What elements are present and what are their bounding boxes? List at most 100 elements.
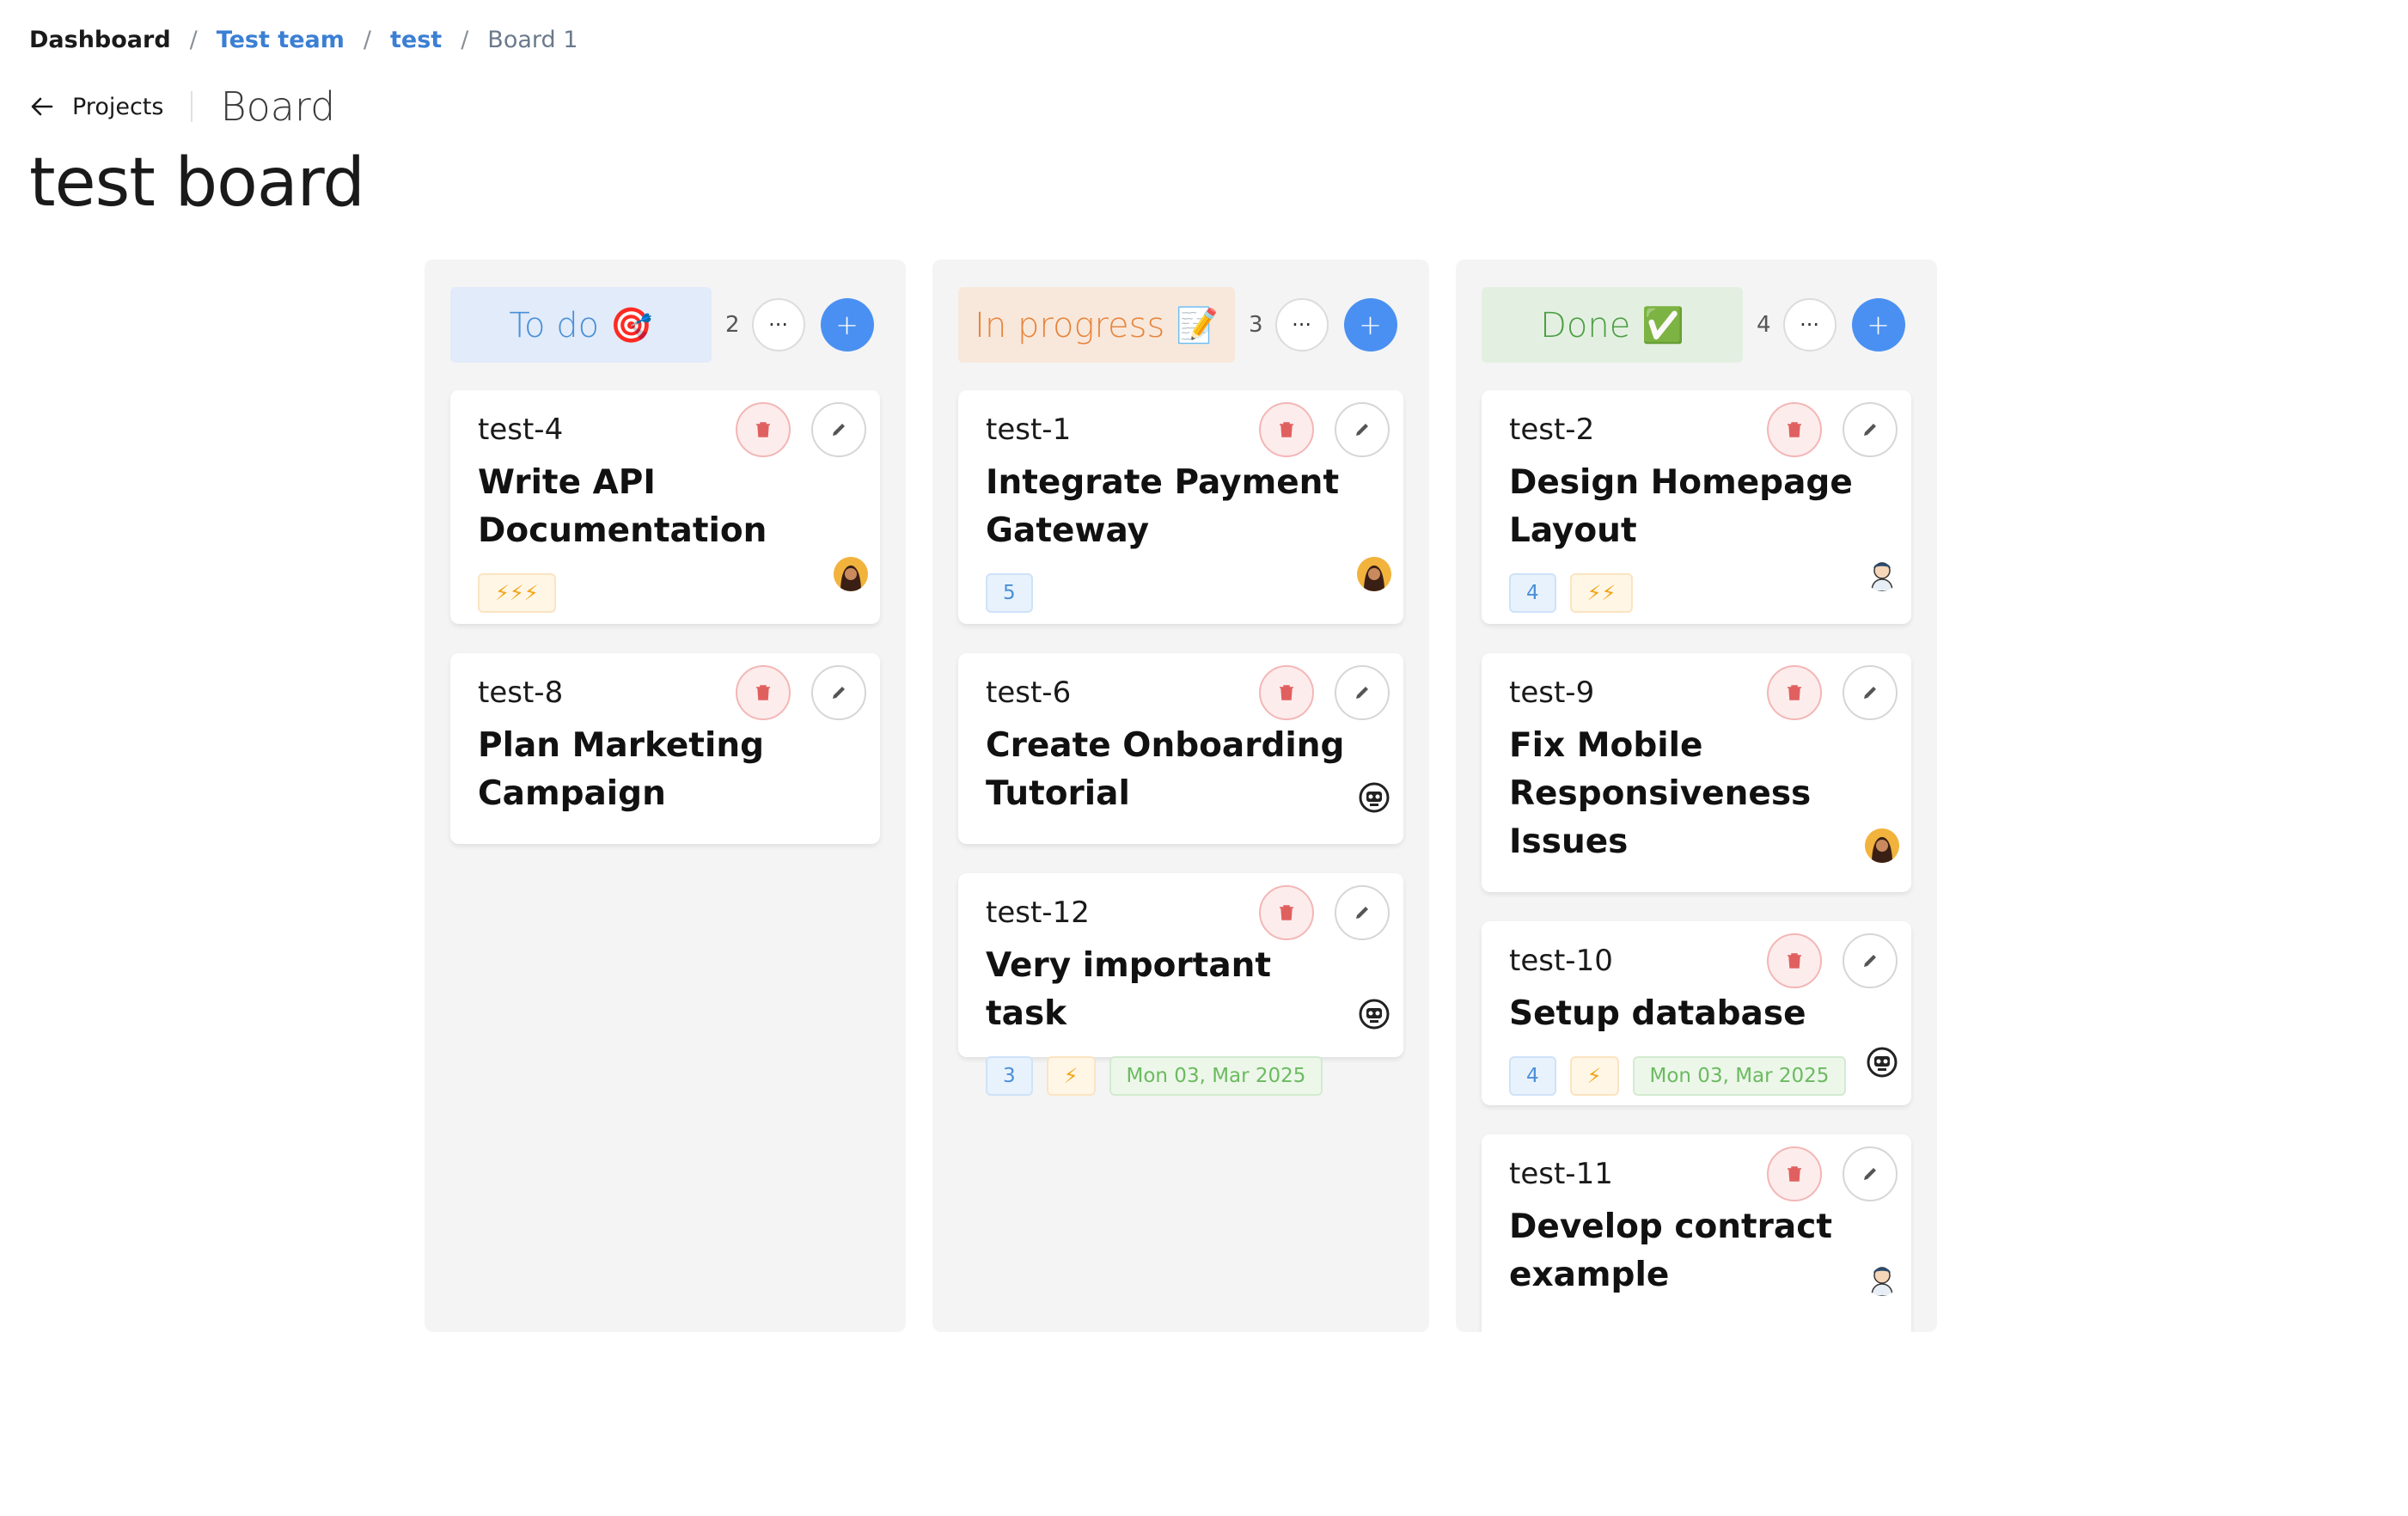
back-to-projects-button[interactable]: Projects	[29, 94, 163, 120]
breadcrumb-separator: /	[363, 26, 371, 53]
task-title: Write API Documentation	[478, 463, 767, 550]
more-icon: ···	[1800, 313, 1819, 337]
estimate-tag: 3	[986, 1056, 1033, 1096]
column-title-done: Done ✅	[1482, 287, 1743, 363]
task-card[interactable]: test-11 Develop contract example	[1482, 1134, 1911, 1332]
trash-icon	[1788, 685, 1801, 700]
edit-task-button[interactable]	[1843, 933, 1898, 988]
pencil-icon	[1864, 1168, 1876, 1180]
task-card[interactable]: test-6 Create Onboarding Tutorial	[958, 653, 1403, 844]
estimate-tag: 4	[1509, 573, 1556, 613]
task-id: test-10	[1509, 944, 1613, 978]
section-title: Board	[220, 83, 336, 130]
delete-task-button[interactable]	[1767, 1146, 1822, 1201]
delete-task-button[interactable]	[1259, 885, 1314, 940]
priority-tag: ⚡	[1569, 1056, 1619, 1096]
task-card[interactable]: test-4 Write API Documentation ⚡⚡⚡	[450, 390, 880, 624]
pencil-icon	[833, 687, 845, 699]
task-id: test-2	[1509, 413, 1595, 447]
edit-task-button[interactable]	[1335, 665, 1390, 720]
delete-task-button[interactable]	[1259, 402, 1314, 457]
task-card[interactable]: test-2 Design Homepage Layout 4 ⚡⚡	[1482, 390, 1911, 624]
delete-task-button[interactable]	[736, 665, 791, 720]
breadcrumb-test[interactable]: test	[390, 27, 442, 53]
column-header: To do 🎯 2 ··· +	[450, 287, 880, 363]
task-card[interactable]: test-8 Plan Marketing Campaign	[450, 653, 880, 844]
trash-icon	[1280, 685, 1293, 700]
estimate-tag: 5	[986, 573, 1033, 613]
delete-task-button[interactable]	[1767, 402, 1822, 457]
plus-icon: +	[835, 309, 859, 341]
task-id: test-11	[1509, 1157, 1613, 1191]
woman-avatar	[834, 557, 868, 591]
breadcrumb-separator: /	[461, 26, 469, 53]
man-avatar	[1865, 557, 1899, 591]
breadcrumb-dashboard[interactable]: Dashboard	[29, 27, 171, 53]
column-in-progress: In progress 📝 3 ··· + test-1 Integrate P…	[932, 260, 1429, 1332]
task-card[interactable]: test-10 Setup database 4 ⚡ Mon 03, Mar 2…	[1482, 921, 1911, 1105]
column-more-button[interactable]: ···	[1782, 298, 1837, 351]
pencil-icon	[1356, 424, 1368, 436]
robot-avatar	[1865, 1045, 1899, 1079]
column-header: In progress 📝 3 ··· +	[958, 287, 1403, 363]
pencil-icon	[1864, 687, 1876, 699]
task-id: test-8	[478, 675, 564, 710]
man-avatar	[1865, 1262, 1899, 1296]
back-label: Projects	[72, 93, 164, 120]
edit-task-button[interactable]	[811, 402, 866, 457]
woman-avatar	[1357, 557, 1391, 591]
page-header: Projects Board	[29, 83, 335, 131]
column-count: 4	[1757, 312, 1771, 338]
add-card-button[interactable]: +	[1851, 298, 1905, 351]
delete-task-button[interactable]	[1767, 933, 1822, 988]
priority-tag: ⚡⚡⚡	[478, 573, 556, 613]
delete-task-button[interactable]	[1767, 665, 1822, 720]
add-card-button[interactable]: +	[820, 298, 874, 351]
task-title: Create Onboarding Tutorial	[986, 726, 1345, 813]
plus-icon: +	[1867, 309, 1890, 341]
column-count: 3	[1249, 312, 1263, 338]
task-id: test-4	[478, 413, 564, 447]
trash-icon	[1788, 422, 1801, 437]
plus-icon: +	[1359, 309, 1382, 341]
pencil-icon	[833, 424, 845, 436]
column-more-button[interactable]: ···	[751, 298, 805, 351]
more-icon: ···	[1292, 313, 1311, 337]
due-date-tag: Mon 03, Mar 2025	[1632, 1056, 1847, 1096]
edit-task-button[interactable]	[811, 665, 866, 720]
task-id: test-1	[986, 413, 1072, 447]
column-done: Done ✅ 4 ··· + test-2 Design Homepage La…	[1456, 260, 1937, 1332]
edit-task-button[interactable]	[1335, 885, 1390, 940]
task-title: Fix Mobile Responsiveness Issues	[1509, 726, 1812, 861]
pencil-icon	[1356, 907, 1368, 919]
task-id: test-12	[986, 896, 1090, 930]
edit-task-button[interactable]	[1843, 1146, 1898, 1201]
task-title: Plan Marketing Campaign	[478, 726, 765, 813]
task-card[interactable]: test-1 Integrate Payment Gateway 5	[958, 390, 1403, 624]
breadcrumb-test-team[interactable]: Test team	[217, 27, 345, 53]
add-card-button[interactable]: +	[1343, 298, 1397, 351]
woman-avatar	[1865, 828, 1899, 863]
edit-task-button[interactable]	[1843, 402, 1898, 457]
trash-icon	[756, 685, 770, 700]
task-title: Design Homepage Layout	[1509, 463, 1853, 550]
delete-task-button[interactable]	[1259, 665, 1314, 720]
trash-icon	[1788, 953, 1801, 969]
column-title-in-progress: In progress 📝	[958, 287, 1235, 363]
task-card[interactable]: test-9 Fix Mobile Responsiveness Issues	[1482, 653, 1911, 892]
header-divider	[191, 91, 193, 122]
task-card[interactable]: test-12 Very important task 3 ⚡ Mon 03, …	[958, 873, 1403, 1096]
column-more-button[interactable]: ···	[1274, 298, 1329, 351]
trash-icon	[1788, 1166, 1801, 1182]
task-title: Develop contract example	[1509, 1207, 1832, 1294]
delete-task-button[interactable]	[736, 402, 791, 457]
edit-task-button[interactable]	[1335, 402, 1390, 457]
trash-icon	[756, 422, 770, 437]
estimate-tag: 4	[1509, 1056, 1556, 1096]
column-count: 2	[725, 312, 740, 338]
priority-tag: ⚡⚡	[1569, 573, 1634, 613]
edit-task-button[interactable]	[1843, 665, 1898, 720]
breadcrumb-separator: /	[189, 26, 198, 53]
breadcrumb-board: Board 1	[487, 26, 578, 53]
column-title-todo: To do 🎯	[450, 287, 712, 363]
